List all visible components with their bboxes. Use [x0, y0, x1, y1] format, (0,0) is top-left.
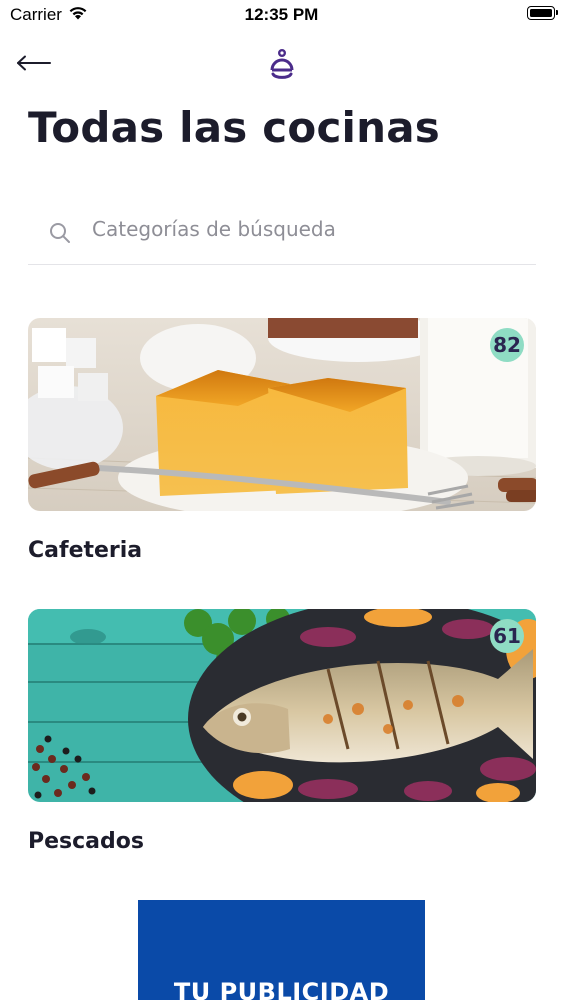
back-button[interactable]	[16, 48, 60, 82]
category-card-cafeteria[interactable]: 82 Cafeteria	[28, 318, 536, 563]
category-card-pescados[interactable]: 61 Pescados	[28, 609, 536, 854]
search-icon	[49, 222, 71, 244]
page-title: Todas las cocinas	[28, 103, 440, 152]
search-bar[interactable]	[28, 202, 536, 265]
search-input[interactable]	[92, 210, 522, 248]
count-badge: 82	[490, 328, 524, 362]
category-name: Pescados	[28, 829, 144, 854]
category-image-pescados: 61	[28, 609, 536, 802]
category-name: Cafeteria	[28, 538, 143, 563]
ad-text: TU PUBLICIDAD	[173, 978, 390, 1000]
status-bar: Carrier 12:35 PM	[0, 0, 563, 30]
ad-banner[interactable]: TU PUBLICIDAD	[138, 900, 425, 1000]
cloche-logo-icon	[266, 48, 298, 82]
status-time: 12:35 PM	[244, 5, 319, 24]
category-image-cafeteria: 82	[28, 318, 536, 511]
count-badge: 61	[490, 619, 524, 653]
battery-icon	[527, 6, 558, 20]
arrow-left-icon	[16, 55, 52, 76]
